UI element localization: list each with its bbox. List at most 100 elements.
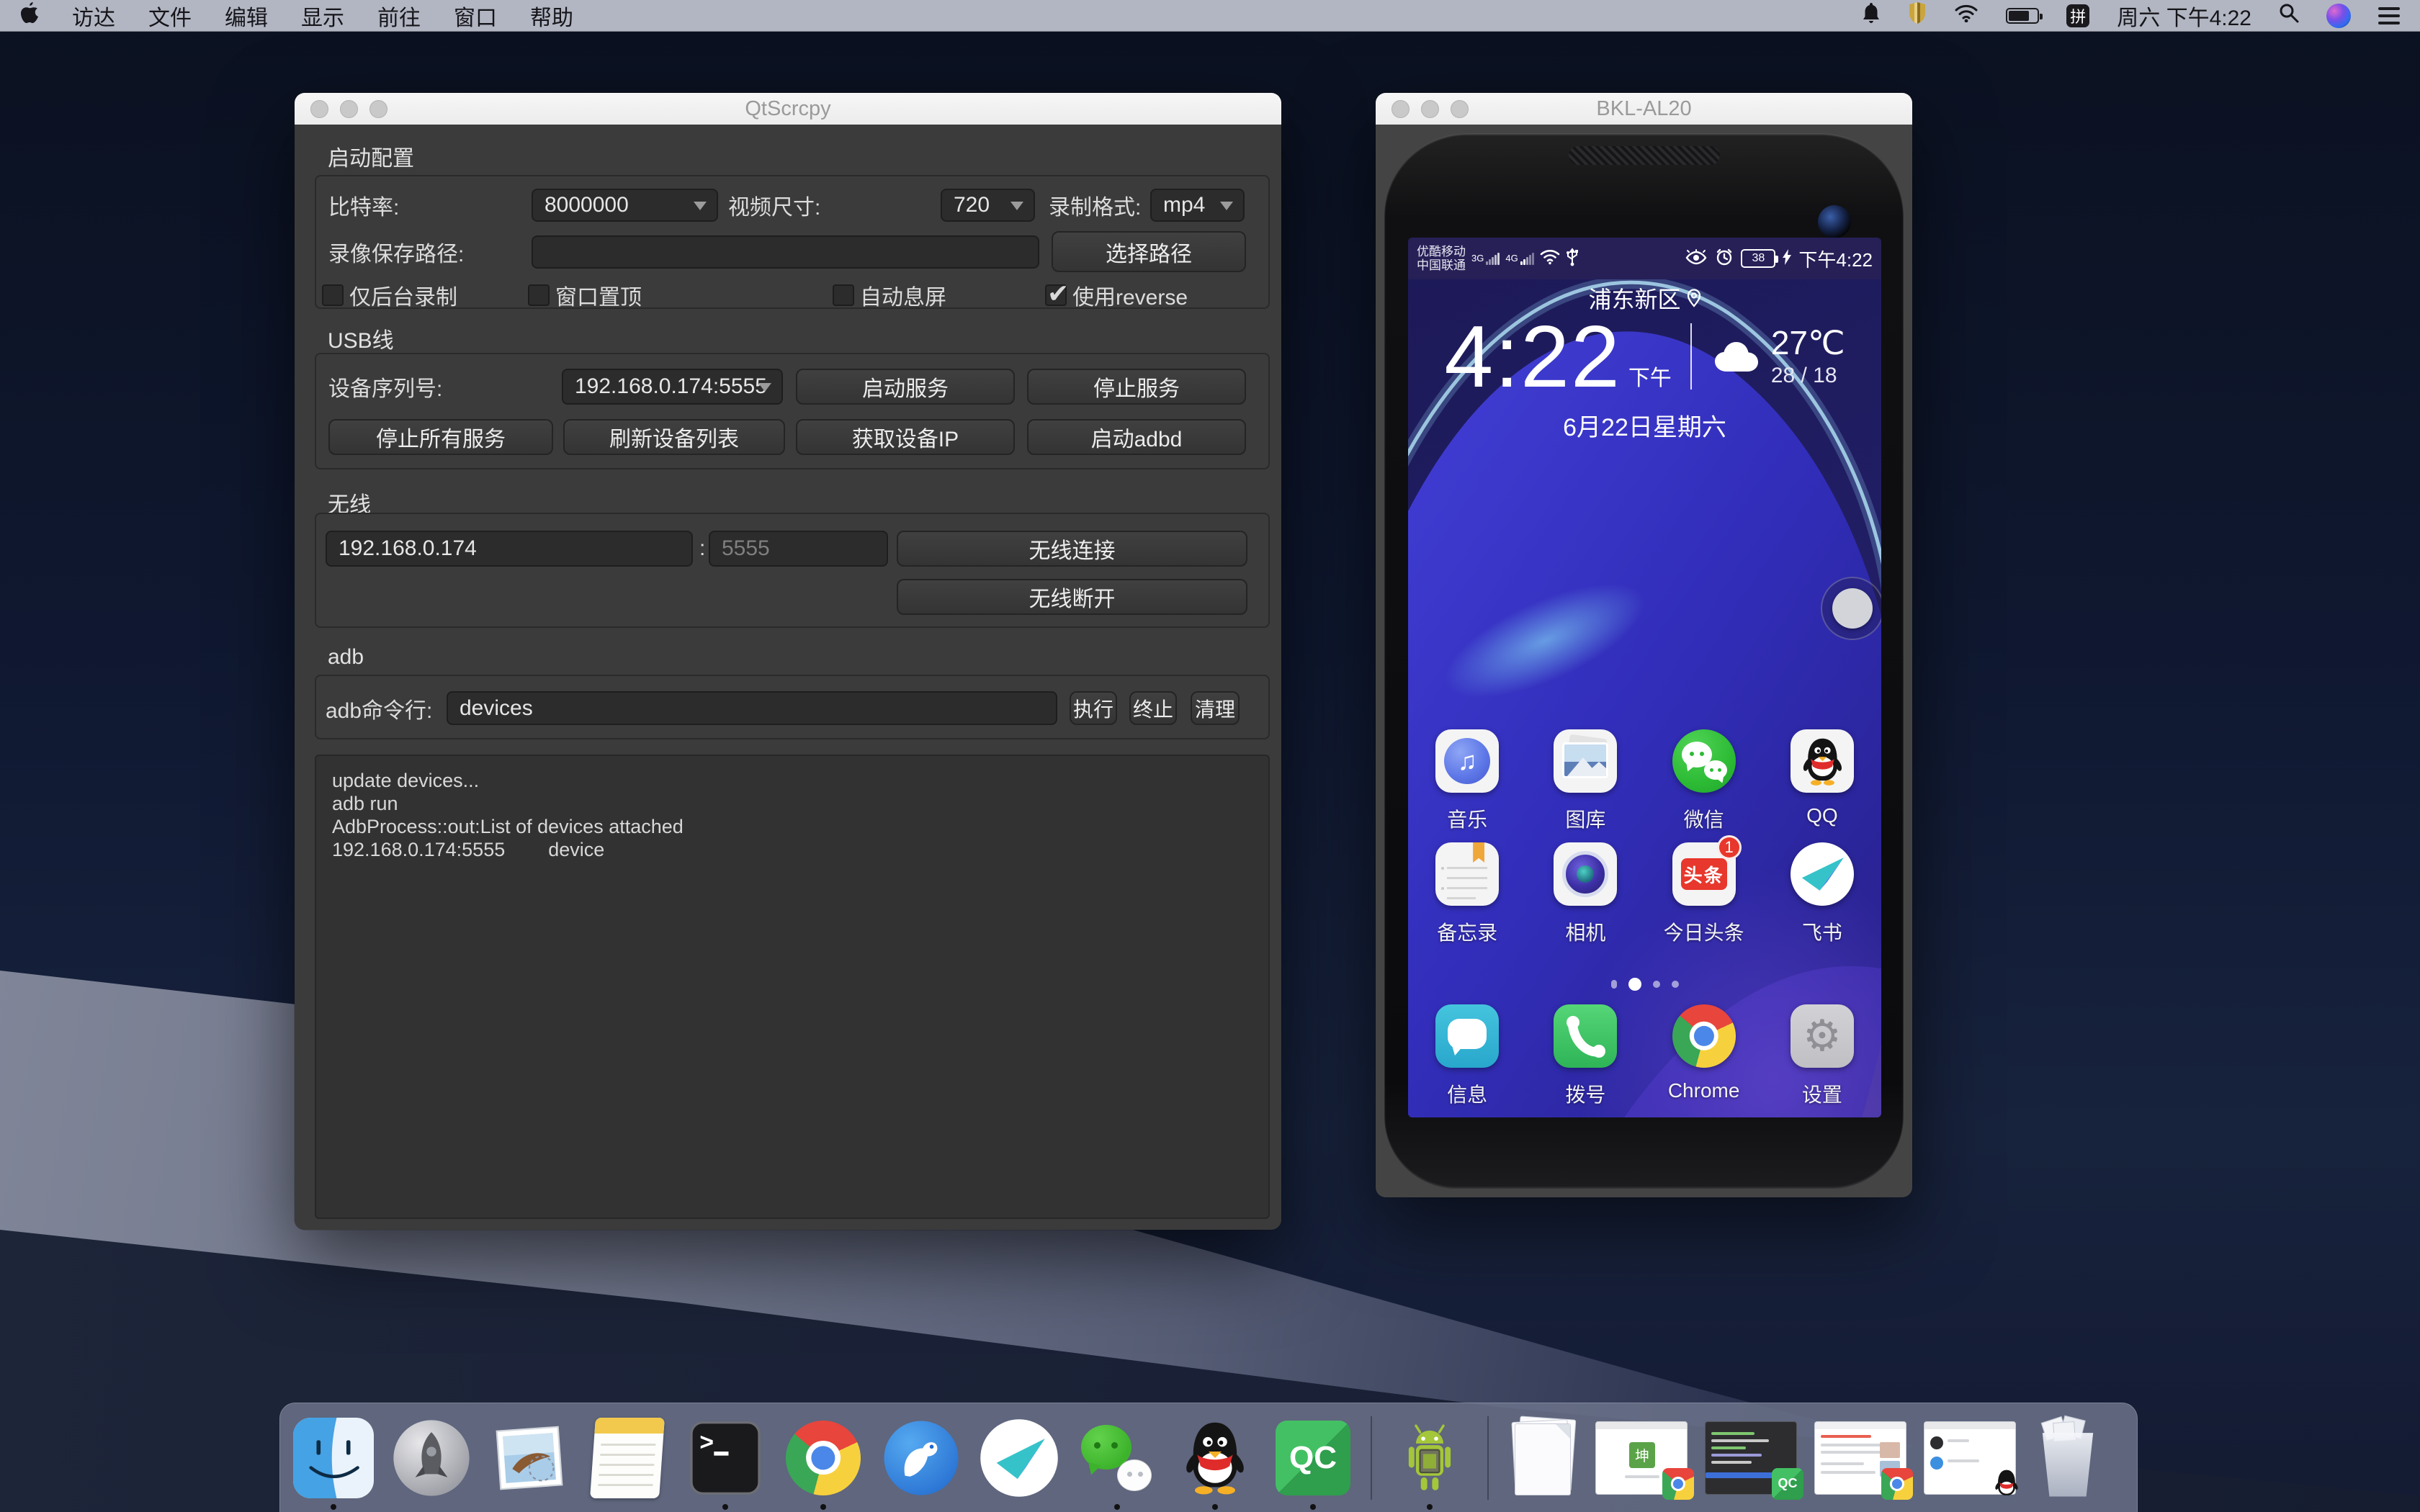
messages-app-icon[interactable] <box>1435 1004 1499 1068</box>
app-wechat[interactable]: 微信 <box>1645 729 1763 833</box>
checkbox-box[interactable] <box>322 284 344 306</box>
app-qq[interactable]: QQ <box>1763 729 1881 833</box>
minimized-window-qtcreator[interactable]: QC <box>1705 1421 1797 1495</box>
clock-weather-widget[interactable]: 浦东新区 4:22 下午 27℃ 28 / 18 <box>1408 282 1881 443</box>
serial-combobox[interactable]: 192.168.0.174:5555 <box>562 369 783 405</box>
floating-nav-ball[interactable] <box>1821 577 1881 640</box>
video-size-combobox[interactable]: 720 <box>941 189 1035 222</box>
wireless-port-input[interactable]: 5555 <box>709 531 888 567</box>
minimize-button[interactable] <box>1421 100 1439 118</box>
checkbox-box[interactable] <box>833 284 854 306</box>
dock-notes-icon[interactable] <box>587 1418 668 1498</box>
record-path-input[interactable] <box>532 235 1039 269</box>
spotlight-search-icon[interactable] <box>2279 3 2299 29</box>
menu-item-edit[interactable]: 编辑 <box>225 0 268 32</box>
app-music[interactable]: ♫ 音乐 <box>1408 729 1526 833</box>
minimized-window-qq-chat[interactable] <box>1924 1421 2016 1495</box>
minimize-button[interactable] <box>340 100 358 118</box>
app-notes[interactable]: 备忘录 <box>1408 842 1526 946</box>
adb-log-output[interactable]: update devices... adb run AdbProcess::ou… <box>315 755 1270 1219</box>
choose-path-button[interactable]: 选择路径 <box>1052 231 1246 272</box>
close-button[interactable] <box>1392 100 1410 118</box>
record-format-combobox[interactable]: mp4 <box>1150 189 1245 222</box>
qtscrcpy-titlebar[interactable]: QtScrcpy <box>295 93 1281 125</box>
stop-all-services-button[interactable]: 停止所有服务 <box>328 419 553 455</box>
apple-menu-icon[interactable] <box>20 1 39 30</box>
dock-paper-plane-icon[interactable] <box>979 1418 1059 1498</box>
adb-clear-button[interactable]: 清理 <box>1191 691 1240 725</box>
app-toutiao[interactable]: 头条 1 今日头条 <box>1645 842 1763 946</box>
notification-center-icon[interactable] <box>2378 7 2400 24</box>
cloud-icon <box>1711 338 1761 374</box>
adb-run-button[interactable]: 执行 <box>1070 691 1117 725</box>
wireless-connect-button[interactable]: 无线连接 <box>897 531 1247 567</box>
dock-wechat-icon[interactable] <box>1077 1418 1157 1498</box>
dock-qq-icon[interactable] <box>1175 1418 1255 1498</box>
dock-mail-icon[interactable] <box>489 1418 570 1498</box>
close-button[interactable] <box>310 100 328 118</box>
dock-video-player-icon[interactable] <box>881 1418 962 1498</box>
dock-finder-icon[interactable] <box>293 1418 374 1498</box>
menu-item-go[interactable]: 前往 <box>377 0 421 32</box>
menu-item-help[interactable]: 帮助 <box>530 0 573 32</box>
dock-trash-icon[interactable] <box>2033 1418 2102 1498</box>
chrome-app-icon[interactable] <box>1672 1004 1736 1068</box>
app-gallery[interactable]: 图库 <box>1526 729 1644 833</box>
app-messages[interactable]: 信息 <box>1408 1004 1526 1108</box>
toutiao-app-icon[interactable]: 头条 1 <box>1672 842 1736 906</box>
menu-item-finder[interactable]: 访达 <box>72 0 115 32</box>
get-device-ip-button[interactable]: 获取设备IP <box>796 419 1015 455</box>
checkbox-background-record[interactable]: 仅后台录制 <box>322 279 457 311</box>
app-feishu[interactable]: 飞书 <box>1763 842 1881 946</box>
input-method-icon[interactable]: 拼 <box>2066 4 2089 27</box>
notification-bell-icon[interactable] <box>1862 2 1881 30</box>
app-chrome[interactable]: Chrome <box>1645 1004 1763 1108</box>
music-app-icon[interactable]: ♫ <box>1435 729 1499 793</box>
shield-status-icon[interactable] <box>1908 1 1927 30</box>
app-dialer[interactable]: 拨号 <box>1526 1004 1644 1108</box>
feishu-app-icon[interactable] <box>1791 842 1854 906</box>
menu-item-file[interactable]: 文件 <box>148 0 192 32</box>
dock-terminal-icon[interactable]: > <box>685 1418 766 1498</box>
start-adbd-button[interactable]: 启动adbd <box>1027 419 1246 455</box>
checkbox-use-reverse[interactable]: 使用reverse <box>1045 279 1188 311</box>
menu-item-window[interactable]: 窗口 <box>454 0 497 32</box>
dock-qtcreator-icon[interactable]: QC <box>1273 1418 1353 1498</box>
dock-chrome-icon[interactable] <box>783 1418 864 1498</box>
notes-app-icon[interactable] <box>1435 842 1499 906</box>
zoom-button[interactable] <box>369 100 387 118</box>
dock-documents-stack[interactable] <box>1506 1418 1578 1498</box>
bitrate-combobox[interactable]: 8000000 <box>532 189 718 222</box>
minimized-window-chrome-2[interactable] <box>1814 1421 1906 1495</box>
start-service-button[interactable]: 启动服务 <box>796 369 1015 405</box>
checkbox-box[interactable] <box>528 284 550 306</box>
app-settings[interactable]: ⚙ 设置 <box>1763 1004 1881 1108</box>
qq-app-icon[interactable] <box>1791 729 1854 793</box>
wifi-icon[interactable] <box>1954 4 1978 28</box>
dock-scrcpy-android-icon[interactable] <box>1389 1418 1470 1498</box>
gallery-app-icon[interactable] <box>1554 729 1617 793</box>
minimized-window-chrome-1[interactable]: 坤 <box>1595 1421 1688 1495</box>
stop-service-button[interactable]: 停止服务 <box>1027 369 1246 405</box>
adb-stop-button[interactable]: 终止 <box>1129 691 1177 725</box>
siri-icon[interactable] <box>2326 4 2351 28</box>
checkbox-always-on-top[interactable]: 窗口置顶 <box>528 279 642 311</box>
phone-titlebar[interactable]: BKL-AL20 <box>1376 93 1912 125</box>
wechat-app-icon[interactable] <box>1672 729 1736 793</box>
settings-app-icon[interactable]: ⚙ <box>1791 1004 1854 1068</box>
camera-app-icon[interactable] <box>1554 842 1617 906</box>
app-camera[interactable]: 相机 <box>1526 842 1644 946</box>
menu-bar-clock[interactable]: 周六 下午4:22 <box>2117 0 2251 32</box>
checkbox-box-checked[interactable] <box>1045 284 1067 306</box>
wireless-disconnect-button[interactable]: 无线断开 <box>897 579 1247 615</box>
refresh-devices-button[interactable]: 刷新设备列表 <box>563 419 785 455</box>
adb-cmd-input[interactable]: devices <box>447 691 1057 725</box>
checkbox-auto-screen-off[interactable]: 自动息屏 <box>833 279 946 311</box>
zoom-button[interactable] <box>1451 100 1469 118</box>
wireless-ip-input[interactable]: 192.168.0.174 <box>326 531 693 567</box>
menu-item-view[interactable]: 显示 <box>301 0 344 32</box>
battery-icon[interactable] <box>2006 8 2039 24</box>
dialer-app-icon[interactable] <box>1554 1004 1617 1068</box>
phone-screen[interactable]: 优酷移动 中国联通 3G 4G <box>1408 238 1881 1117</box>
dock-launchpad-icon[interactable] <box>391 1418 472 1498</box>
